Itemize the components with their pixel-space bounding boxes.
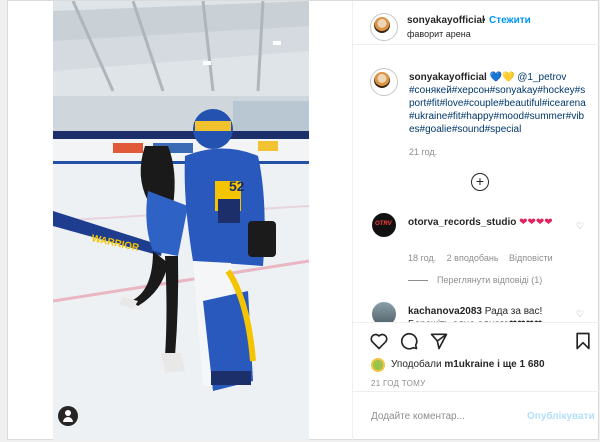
add-comment-bar: Опублікувати (353, 391, 600, 441)
load-more-comments-button[interactable]: + (471, 173, 489, 191)
user-tag-icon[interactable] (58, 406, 78, 426)
replies-divider (408, 280, 428, 281)
comment-heart-icon[interactable]: ♡ (576, 221, 584, 232)
caption-author-avatar[interactable] (370, 68, 398, 96)
post-header: sonyakayofficial • Стежити фаворит арена (353, 1, 600, 45)
liker-avatar[interactable] (371, 358, 385, 372)
comment-icon[interactable] (399, 331, 419, 351)
bookmark-icon[interactable] (573, 331, 593, 351)
likes-count[interactable]: і ще 1 680 (497, 359, 544, 370)
caption-mention[interactable]: @1_petrov (517, 72, 566, 83)
post-location[interactable]: фаворит арена (407, 29, 471, 39)
comment-avatar[interactable] (372, 302, 396, 322)
comment-avatar[interactable]: OTRV (372, 213, 396, 237)
post-side-panel: sonyakayofficial • Стежити фаворит арена… (352, 1, 600, 441)
likes-prefix: Уподобали (391, 359, 442, 370)
comments-section[interactable]: sonyakayofficial 💙💛 @1_petrov #сонякей#х… (353, 46, 600, 322)
reply-button[interactable]: Відповісти (509, 253, 553, 263)
comment-text: otorva_records_studio ❤❤❤❤ (408, 216, 578, 229)
caption-hashtags[interactable]: #сонякей#херсон#sonyakay#hockey#sport#fi… (409, 85, 586, 135)
author-username[interactable]: sonyakayofficial (407, 15, 485, 26)
svg-text:52: 52 (229, 178, 245, 194)
follow-button[interactable]: Стежити (489, 15, 531, 26)
post: WARRIOR 52 sonyakayofficial • Стежити фа… (7, 0, 600, 441)
comment-username[interactable]: kachanova2083 (408, 306, 482, 317)
comment-body: ❤❤❤❤ (519, 217, 553, 228)
comment-input[interactable] (371, 405, 521, 427)
liker-username[interactable]: m1ukraine (444, 359, 494, 370)
comment-heart-icon[interactable]: ♡ (576, 309, 584, 320)
likes-summary: Уподобали m1ukraine і ще 1 680 (391, 359, 545, 370)
author-avatar[interactable] (370, 13, 398, 41)
post-photo[interactable]: WARRIOR 52 (53, 1, 309, 441)
comment-likes[interactable]: 2 вподобань (447, 253, 499, 263)
blue-heart-icon: 💙 (489, 72, 503, 83)
comment-text: kachanova2083 Рада за вас! Бережіть одне… (408, 305, 578, 322)
hockey-couple-photo: WARRIOR 52 (53, 1, 309, 441)
yellow-heart-icon: 💛 (502, 72, 515, 83)
separator-dot: • (482, 15, 486, 26)
post-date[interactable]: 21 ГОД ТОМУ (371, 379, 426, 388)
comment-meta: 18 год. 2 вподобань Відповісти (408, 253, 561, 263)
publish-button[interactable]: Опублікувати (527, 411, 595, 422)
share-icon[interactable] (429, 331, 449, 351)
comment-time[interactable]: 18 год. (408, 253, 436, 263)
caption-username[interactable]: sonyakayofficial (409, 72, 487, 83)
comment-username[interactable]: otorva_records_studio (408, 217, 516, 228)
caption-text: sonyakayofficial 💙💛 @1_petrov #сонякей#х… (409, 71, 589, 136)
caption-time[interactable]: 21 год. (409, 147, 437, 157)
view-replies-button[interactable]: Переглянути відповіді (1) (437, 275, 542, 285)
heart-icon[interactable] (369, 331, 389, 351)
